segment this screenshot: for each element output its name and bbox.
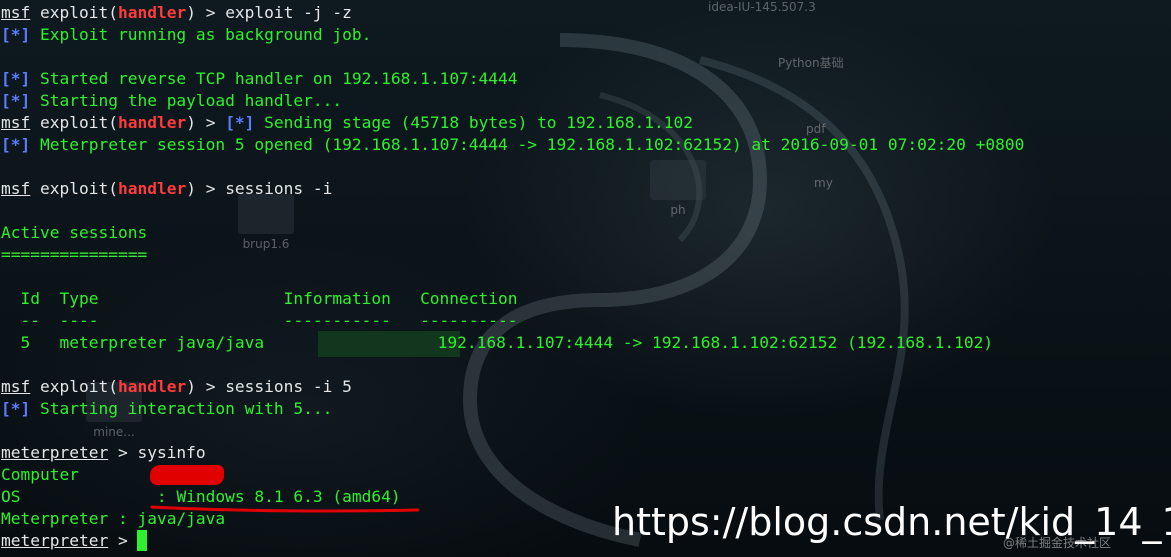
terminal-line: [*] Starting the payload handler...	[1, 90, 342, 112]
info-tag: [*]	[1, 91, 31, 110]
prompt-close: ) >	[186, 3, 226, 22]
sessions-table-dashes: -- ---- ----------- ----------	[1, 311, 518, 330]
terminal-line: [*] Exploit running as background job.	[1, 24, 371, 46]
terminal-line: msf exploit(handler) > sessions -i 5	[1, 376, 352, 398]
prompt-gt: >	[108, 443, 138, 462]
meterpreter-prompt: meterpreter	[1, 531, 109, 550]
prompt-close: ) >	[186, 179, 226, 198]
prompt-close: ) >	[186, 113, 226, 132]
command-text: sessions -i	[225, 179, 333, 198]
prompt-module: exploit(	[40, 3, 118, 22]
info-tag: [*]	[1, 25, 31, 44]
prompt-close: ) >	[186, 377, 226, 396]
terminal-input-line[interactable]: meterpreter >	[1, 530, 148, 552]
terminal-window[interactable]: msf exploit(handler) > exploit -j -z [*]…	[0, 0, 1171, 557]
session-row-id-type: 5 meterpreter java/java	[1, 333, 284, 352]
prompt-module: exploit(	[40, 179, 118, 198]
prompt-handler: handler	[117, 113, 187, 132]
output-text: Meterpreter session 5 opened (192.168.1.…	[30, 135, 1025, 154]
meterpreter-prompt: meterpreter	[1, 443, 109, 462]
terminal-line: [*] Started reverse TCP handler on 192.1…	[1, 68, 518, 90]
output-text: Starting interaction with 5...	[30, 399, 333, 418]
redacted-computer-name	[150, 465, 224, 485]
output-text: Started reverse TCP handler on 192.168.1…	[30, 69, 518, 88]
command-text: exploit -j -z	[225, 3, 352, 22]
output-text: Exploit running as background job.	[30, 25, 372, 44]
session-row-connection: 192.168.1.107:4444 -> 192.168.1.102:6215…	[437, 333, 994, 352]
output-text: Starting the payload handler...	[30, 91, 343, 110]
prompt-module: exploit(	[40, 113, 118, 132]
desktop-screen: idea-IU-145.507.3 Python基础 pdf my ph bru…	[0, 0, 1171, 557]
info-tag: [*]	[1, 69, 31, 88]
prompt-handler: handler	[117, 377, 187, 396]
watermark-small: @稀土掘金技术社区	[1003, 536, 1112, 550]
msf-prompt: msf	[1, 179, 31, 198]
info-tag: [*]	[225, 113, 255, 132]
table-row: 5 meterpreter java/java 192.168.1.107:44…	[1, 332, 993, 354]
msf-prompt: msf	[1, 113, 31, 132]
prompt-module: exploit(	[40, 377, 118, 396]
output-text: Sending stage (45718 bytes) to 192.168.1…	[254, 113, 693, 132]
terminal-line: [*] Meterpreter session 5 opened (192.16…	[1, 134, 1024, 156]
meterpreter-label: Meterpreter :	[1, 509, 138, 528]
terminal-line: meterpreter > sysinfo	[1, 442, 206, 464]
terminal-line: [*] Starting interaction with 5...	[1, 398, 332, 420]
sessions-title: Active sessions	[1, 223, 148, 242]
terminal-line: msf exploit(handler) > exploit -j -z	[1, 2, 352, 24]
sessions-rule: ===============	[1, 245, 148, 264]
msf-prompt: msf	[1, 377, 31, 396]
meterpreter-value: java/java	[137, 509, 226, 528]
msf-prompt: msf	[1, 3, 31, 22]
command-text: sysinfo	[137, 443, 206, 462]
info-tag: [*]	[1, 399, 31, 418]
prompt-handler: handler	[117, 3, 187, 22]
sysinfo-meterpreter-line: Meterpreter : java/java	[1, 508, 225, 530]
terminal-line: msf exploit(handler) > [*] Sending stage…	[1, 112, 693, 134]
command-text: sessions -i 5	[225, 377, 352, 396]
prompt-handler: handler	[117, 179, 187, 198]
text-cursor[interactable]	[137, 530, 148, 551]
prompt-gt: >	[108, 531, 138, 550]
sessions-table-header: Id Type Information Connection	[1, 289, 518, 308]
info-tag: [*]	[1, 135, 31, 154]
terminal-line: msf exploit(handler) > sessions -i	[1, 178, 332, 200]
